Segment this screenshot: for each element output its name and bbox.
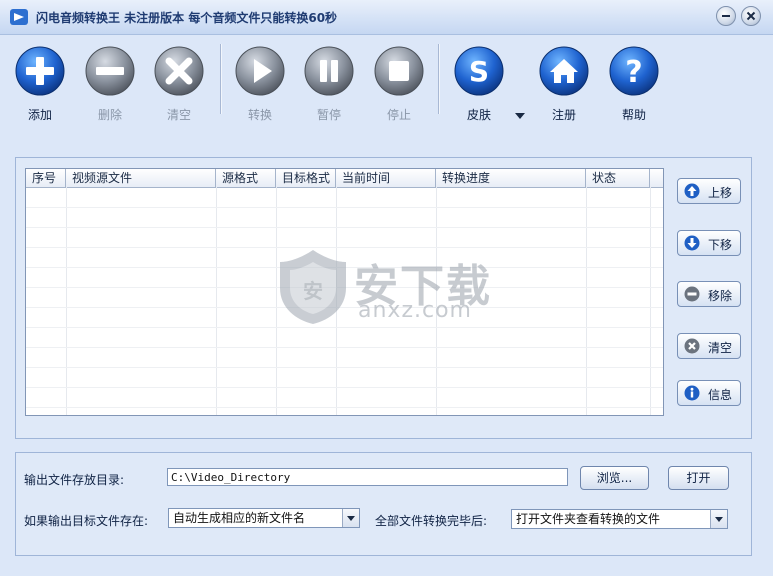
column-header-source-file[interactable]: 视频源文件: [66, 169, 216, 187]
minus-icon: [85, 46, 135, 96]
output-dir-input[interactable]: [167, 468, 568, 486]
column-header-status[interactable]: 状态: [586, 169, 650, 187]
clear-list-button[interactable]: 清空: [677, 333, 741, 359]
file-exists-select[interactable]: 自动生成相应的新文件名: [168, 508, 360, 528]
grid-line: [26, 367, 663, 368]
convert-label: 转换: [247, 108, 272, 122]
move-up-label: 上移: [708, 186, 733, 200]
register-label: 注册: [551, 108, 576, 122]
svg-text:?: ?: [625, 55, 642, 90]
help-button[interactable]: ? 帮助: [604, 46, 664, 122]
title-bar[interactable]: 闪电音频转换王 未注册版本 每个音频文件只能转换60秒: [0, 0, 773, 35]
move-down-label: 下移: [708, 238, 733, 252]
grid-line: [650, 187, 651, 415]
svg-text:安: 安: [303, 279, 323, 303]
clear-label: 清空: [166, 108, 191, 122]
grid-line: [26, 347, 663, 348]
column-header-current-time[interactable]: 当前时间: [336, 169, 436, 187]
shield-watermark-icon: 安: [280, 250, 346, 324]
grid-line: [26, 407, 663, 408]
after-convert-value: 打开文件夹查看转换的文件: [516, 512, 661, 526]
clear-button[interactable]: 清空: [149, 46, 209, 122]
pause-label: 暂停: [316, 108, 341, 122]
skin-s-icon: S: [454, 46, 504, 96]
skin-button[interactable]: S 皮肤: [449, 46, 509, 122]
skin-dropdown-arrow-icon[interactable]: [514, 112, 526, 120]
move-up-button[interactable]: 上移: [677, 178, 741, 204]
grid-line: [66, 187, 67, 415]
app-logo-icon: [10, 9, 28, 25]
grid-line: [26, 387, 663, 388]
after-convert-select[interactable]: 打开文件夹查看转换的文件: [511, 509, 728, 529]
main-toolbar: 添加 删除 清空 转换 暂停 停止 S 皮肤 注册 ? 帮助: [0, 40, 773, 122]
arrow-down-icon: [684, 235, 700, 251]
grid-line: [276, 187, 277, 415]
stop-icon: [374, 46, 424, 96]
home-icon: [539, 46, 589, 96]
after-convert-label: 全部文件转换完毕后:: [375, 514, 488, 528]
watermark-logo-en: anxz.com: [358, 298, 472, 323]
app-window: 闪电音频转换王 未注册版本 每个音频文件只能转换60秒 添加 删除 清空 转换 …: [0, 0, 773, 576]
pause-button[interactable]: 暂停: [299, 46, 359, 122]
watermark: 安 安下载 anxz.com: [278, 248, 498, 328]
grid-line: [26, 207, 663, 208]
stop-label: 停止: [386, 108, 411, 122]
column-header-index[interactable]: 序号: [26, 169, 66, 187]
minimize-button[interactable]: [716, 6, 736, 26]
move-down-button[interactable]: 下移: [677, 230, 741, 256]
file-exists-value: 自动生成相应的新文件名: [173, 511, 306, 525]
grid-line: [216, 187, 217, 415]
delete-label: 删除: [97, 108, 122, 122]
browse-button[interactable]: 浏览...: [580, 466, 649, 490]
stop-button[interactable]: 停止: [369, 46, 429, 122]
question-icon: ?: [609, 46, 659, 96]
column-header-source-format[interactable]: 源格式: [216, 169, 276, 187]
clear-list-label: 清空: [708, 341, 733, 355]
remove-label: 移除: [708, 289, 733, 303]
minus-circle-icon: [684, 286, 700, 302]
x-circle-icon: [684, 338, 700, 354]
toolbar-separator: [438, 44, 440, 114]
chevron-down-icon[interactable]: [710, 510, 727, 528]
close-button[interactable]: [741, 6, 761, 26]
plus-icon: [15, 46, 65, 96]
play-icon: [235, 46, 285, 96]
column-header-progress[interactable]: 转换进度: [436, 169, 586, 187]
remove-button[interactable]: 移除: [677, 281, 741, 307]
register-button[interactable]: 注册: [534, 46, 594, 122]
info-icon: [684, 385, 700, 401]
convert-button[interactable]: 转换: [230, 46, 290, 122]
grid-line: [586, 187, 587, 415]
add-label: 添加: [27, 108, 52, 122]
chevron-down-icon[interactable]: [342, 509, 359, 527]
pause-icon: [304, 46, 354, 96]
help-label: 帮助: [621, 108, 646, 122]
toolbar-separator: [220, 44, 222, 114]
arrow-up-icon: [684, 183, 700, 199]
delete-button[interactable]: 删除: [80, 46, 140, 122]
output-dir-label: 输出文件存放目录:: [24, 473, 125, 487]
info-button[interactable]: 信息: [677, 380, 741, 406]
info-label: 信息: [708, 388, 733, 402]
window-title: 闪电音频转换王 未注册版本 每个音频文件只能转换60秒: [36, 11, 338, 25]
open-button[interactable]: 打开: [668, 466, 729, 490]
close-icon: [746, 11, 756, 21]
grid-line: [26, 227, 663, 228]
column-header-target-format[interactable]: 目标格式: [276, 169, 336, 187]
minimize-icon: [722, 15, 730, 17]
table-header: 序号 视频源文件 源格式 目标格式 当前时间 转换进度 状态: [26, 169, 663, 188]
x-icon: [154, 46, 204, 96]
file-exists-label: 如果输出目标文件存在:: [24, 514, 149, 528]
svg-text:S: S: [469, 55, 489, 88]
add-button[interactable]: 添加: [10, 46, 70, 122]
skin-label: 皮肤: [466, 108, 491, 122]
